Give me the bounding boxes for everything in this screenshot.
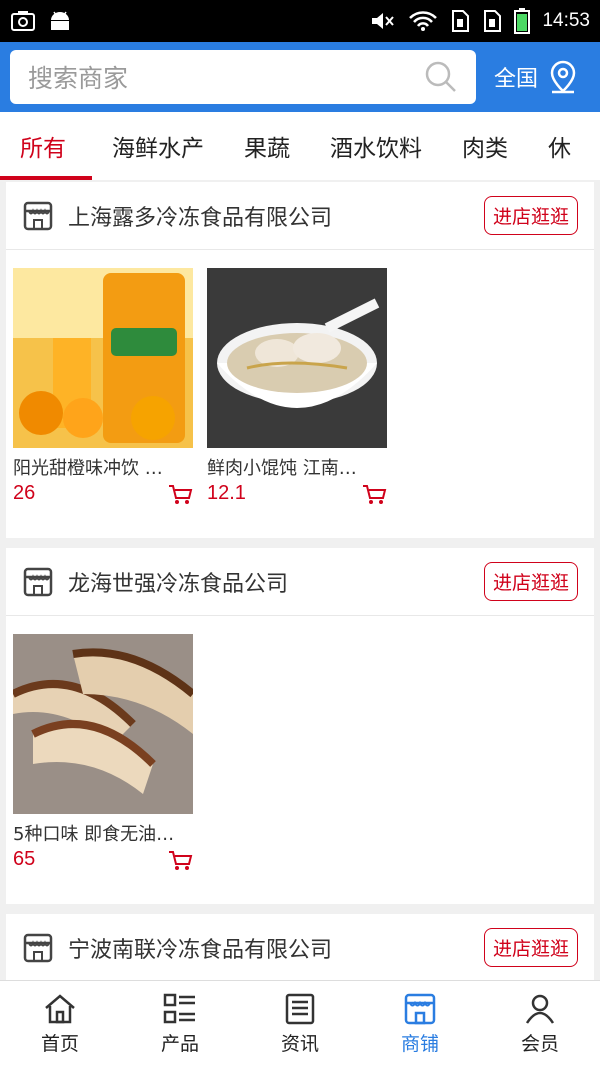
- tab-label: 休: [548, 136, 571, 162]
- bottom-nav: 首页 产品 资讯 商铺 会员: [0, 980, 600, 1067]
- cart-icon[interactable]: [167, 483, 193, 505]
- product-row: 阳光甜橙味冲饮 … 26 鲜肉小馄饨 江南… 12.1: [6, 250, 594, 538]
- sim1-icon: [452, 10, 470, 32]
- product-name: 阳光甜橙味冲饮 …: [13, 458, 163, 479]
- nav-label: 商铺: [400, 1032, 439, 1055]
- nav-products[interactable]: 产品: [120, 981, 240, 1067]
- product-row: 5种口味 即食无油… 65: [6, 616, 594, 904]
- region-label: 全国: [494, 67, 539, 92]
- enter-shop-button[interactable]: 进店逛逛: [483, 562, 578, 601]
- product-card[interactable]: 阳光甜橙味冲饮 … 26: [13, 268, 193, 538]
- tab-label: 果蔬: [244, 136, 290, 162]
- product-image-wonton[interactable]: [207, 268, 387, 448]
- location-pin-icon: [550, 60, 576, 94]
- user-icon: [525, 994, 555, 1024]
- tab-label: 所有: [20, 136, 66, 162]
- shop-card: 龙海世强冷冻食品公司 进店逛逛 5种口味 即食无油… 65: [6, 548, 594, 904]
- shop-card: 宁波南联冷冻食品有限公司 进店逛逛: [6, 914, 594, 980]
- nav-news[interactable]: 资讯: [240, 981, 360, 1067]
- store-icon: [404, 993, 436, 1024]
- screenshot-icon: [11, 11, 35, 31]
- search-placeholder: 搜索商家: [28, 64, 129, 93]
- shop-list: 上海露多冷冻食品有限公司 进店逛逛 阳光甜橙味冲饮 … 26 鲜肉小馄饨 江南……: [0, 182, 600, 980]
- tab-all[interactable]: 所有: [0, 112, 92, 180]
- product-card[interactable]: 5种口味 即食无油… 65: [13, 634, 193, 904]
- tab-label: 酒水饮料: [330, 136, 422, 162]
- store-icon: [23, 933, 53, 962]
- product-image-chicken[interactable]: [13, 634, 193, 814]
- nav-label: 产品: [160, 1032, 199, 1055]
- nav-stores[interactable]: 商铺: [360, 981, 480, 1067]
- shop-header: 上海露多冷冻食品有限公司 进店逛逛: [6, 182, 594, 250]
- region-selector[interactable]: 全国: [494, 60, 578, 94]
- product-name: 鲜肉小馄饨 江南…: [207, 458, 357, 479]
- nav-member[interactable]: 会员: [480, 981, 600, 1067]
- mute-icon: [372, 13, 395, 29]
- nav-label: 会员: [520, 1032, 559, 1055]
- header: 搜索商家 全国: [0, 42, 600, 112]
- cart-icon[interactable]: [167, 849, 193, 871]
- tab-fruits-vegetables[interactable]: 果蔬: [224, 112, 310, 180]
- list-icon: [163, 993, 195, 1023]
- shop-card: 上海露多冷冻食品有限公司 进店逛逛 阳光甜橙味冲饮 … 26 鲜肉小馄饨 江南……: [6, 182, 594, 538]
- news-icon: [285, 993, 315, 1024]
- shop-name[interactable]: 龙海世强冷冻食品公司: [68, 566, 288, 598]
- nav-label: 首页: [40, 1032, 79, 1055]
- shop-name[interactable]: 上海露多冷冻食品有限公司: [68, 200, 332, 232]
- status-bar: 14:53: [0, 0, 600, 42]
- wifi-icon: [409, 11, 438, 31]
- enter-shop-button[interactable]: 进店逛逛: [483, 928, 578, 967]
- shop-name[interactable]: 宁波南联冷冻食品有限公司: [68, 932, 332, 964]
- search-input[interactable]: 搜索商家: [10, 50, 476, 104]
- nav-label: 资讯: [280, 1032, 319, 1055]
- product-price: 26: [13, 482, 36, 504]
- status-time: 14:53: [542, 10, 590, 31]
- home-icon: [45, 993, 75, 1023]
- product-card[interactable]: 鲜肉小馄饨 江南… 12.1: [207, 268, 387, 538]
- product-price: 12.1: [207, 482, 246, 504]
- tab-label: 肉类: [462, 136, 508, 162]
- sim2-icon: [484, 10, 502, 32]
- tab-drinks[interactable]: 酒水饮料: [310, 112, 442, 180]
- search-icon[interactable]: [424, 60, 458, 94]
- enter-shop-button[interactable]: 进店逛逛: [483, 196, 578, 235]
- tab-meat[interactable]: 肉类: [442, 112, 528, 180]
- tab-seafood[interactable]: 海鲜水产: [92, 112, 224, 180]
- product-image-orange-drink[interactable]: [13, 268, 193, 448]
- cart-icon[interactable]: [361, 483, 387, 505]
- category-tabs: 所有 海鲜水产 果蔬 酒水饮料 肉类 休: [0, 112, 600, 180]
- nav-home[interactable]: 首页: [0, 981, 120, 1067]
- tab-leisure[interactable]: 休: [528, 112, 591, 180]
- product-price: 65: [13, 848, 36, 870]
- store-icon: [23, 201, 53, 230]
- tab-label: 海鲜水产: [112, 136, 204, 162]
- store-icon: [23, 567, 53, 596]
- product-name: 5种口味 即食无油…: [13, 824, 175, 845]
- android-icon: [51, 11, 69, 30]
- battery-icon: [514, 8, 531, 34]
- shop-header: 龙海世强冷冻食品公司 进店逛逛: [6, 548, 594, 616]
- shop-header: 宁波南联冷冻食品有限公司 进店逛逛: [6, 914, 594, 980]
